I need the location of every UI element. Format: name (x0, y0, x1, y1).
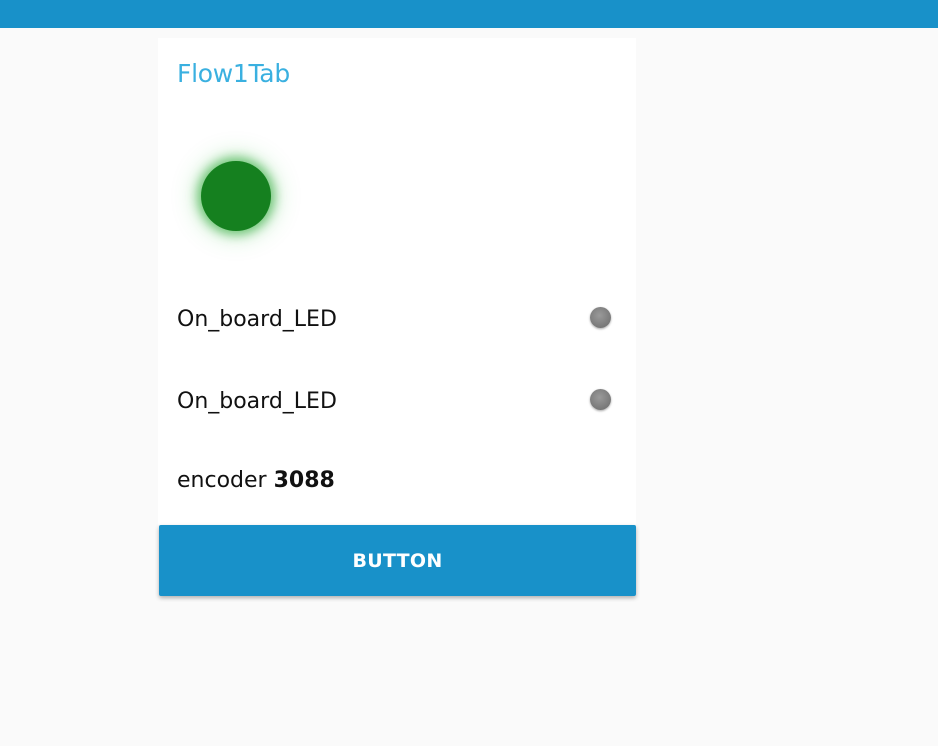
flow1tab-card: Flow1Tab On_board_LED On_board_LED encod… (158, 38, 636, 525)
encoder-readout: encoder 3088 (177, 466, 335, 496)
led-label: On_board_LED (177, 307, 337, 332)
card-title: Flow1Tab (177, 59, 290, 88)
led-row-2: On_board_LED (158, 382, 636, 422)
status-led-indicator (201, 161, 271, 231)
led-indicator-icon (590, 307, 611, 328)
led-row-1: On_board_LED (158, 300, 636, 340)
encoder-value: 3088 (273, 468, 335, 493)
led-label: On_board_LED (177, 389, 337, 414)
led-indicator-icon (590, 389, 611, 410)
top-toolbar (0, 0, 938, 28)
encoder-label: encoder (177, 468, 267, 493)
action-button[interactable]: BUTTON (159, 525, 636, 596)
